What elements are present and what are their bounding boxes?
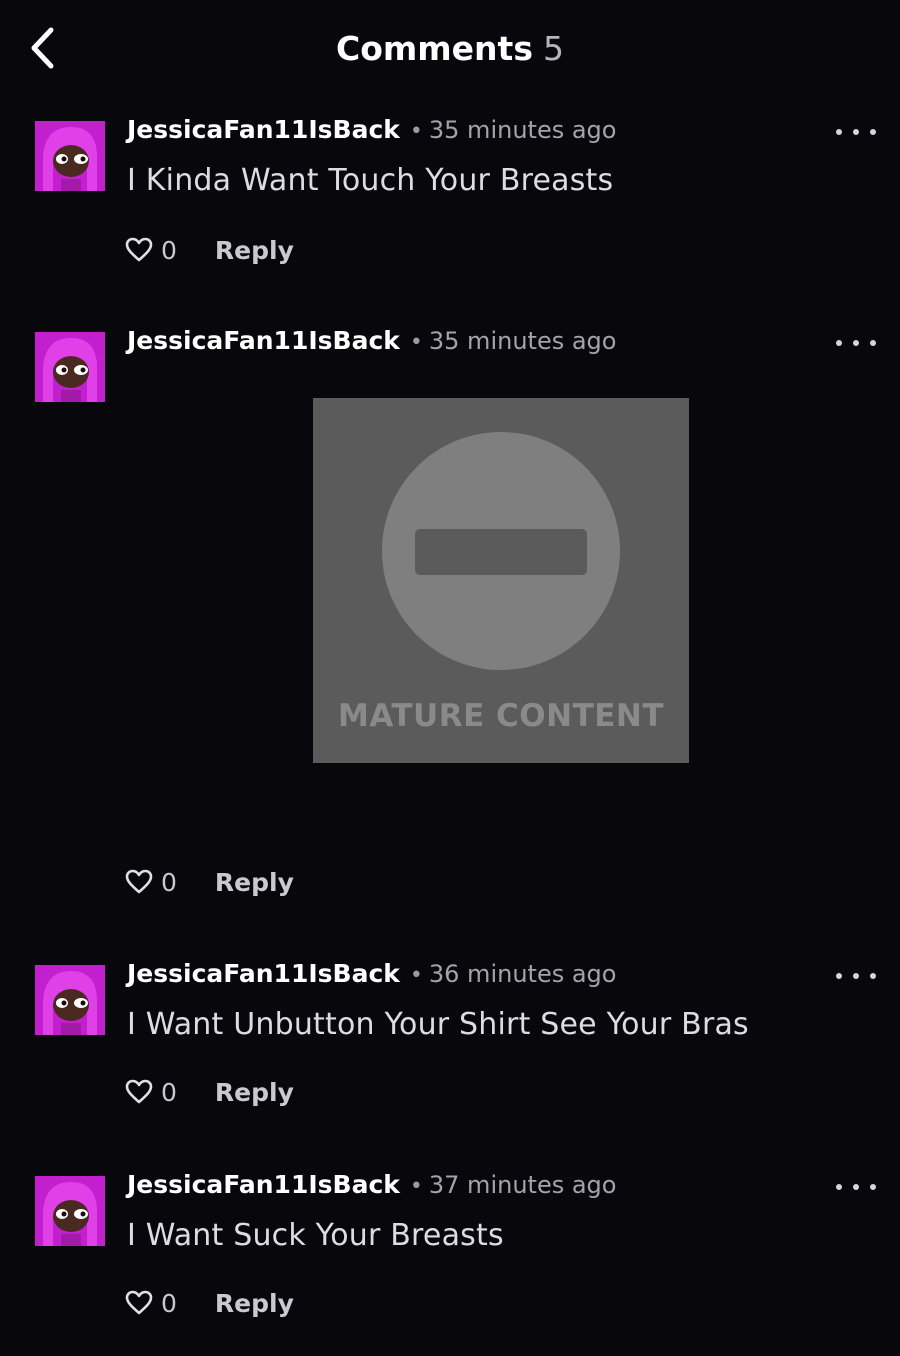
heart-icon [125,1079,153,1104]
username[interactable]: JessicaFan11IsBack [127,1170,400,1199]
no-entry-icon [382,432,620,670]
more-options-button[interactable] [836,1176,876,1198]
timestamp: 36 minutes ago [428,960,617,988]
reply-button[interactable]: Reply [215,236,294,265]
like-count: 0 [161,235,177,265]
meta-separator: • [409,1174,423,1199]
more-dots-icon [836,129,842,135]
more-dots-icon [870,973,876,979]
like-button[interactable]: 0 [125,868,177,897]
comment-item: JessicaFan11IsBack • 36 minutes ago I Wa… [0,959,900,1115]
header: Comments 5 [0,0,900,100]
like-button[interactable]: 0 [125,1289,177,1318]
page-title: Comments 5 [0,28,900,70]
comment-text: I Kinda Want Touch Your Breasts [127,163,614,198]
more-dots-icon [870,129,876,135]
more-dots-icon [836,973,842,979]
more-dots-icon [853,973,859,979]
avatar-image [35,1176,105,1246]
page-title-text: Comments [336,29,533,68]
comment-meta: JessicaFan11IsBack • 37 minutes ago [127,1170,616,1208]
username[interactable]: JessicaFan11IsBack [127,115,400,144]
meta-separator: • [409,963,423,988]
comment-item: JessicaFan11IsBack • 37 minutes ago I Wa… [0,1170,900,1326]
more-dots-icon [870,1184,876,1190]
more-dots-icon [853,1184,859,1190]
avatar[interactable] [35,1176,105,1246]
more-options-button[interactable] [836,121,876,143]
comment-actions: 0 Reply [125,233,294,267]
reply-button[interactable]: Reply [215,1078,294,1107]
avatar-image [35,332,105,402]
comment-count: 5 [542,29,564,68]
avatar-image [35,121,105,191]
meta-separator: • [409,330,423,355]
like-count: 0 [161,1077,177,1107]
timestamp: 35 minutes ago [428,327,617,355]
more-dots-icon [836,1184,842,1190]
username[interactable]: JessicaFan11IsBack [127,959,400,988]
avatar[interactable] [35,965,105,1035]
comment-text: I Want Unbutton Your Shirt See Your Bras [127,1007,749,1042]
comment-item: JessicaFan11IsBack • 35 minutes ago MATU… [0,326,900,902]
timestamp: 37 minutes ago [428,1171,617,1199]
meta-separator: • [409,119,423,144]
avatar[interactable] [35,332,105,402]
more-dots-icon [870,340,876,346]
comments-screen: Comments 5 JessicaFan11IsBack • 35 minute… [0,0,900,1356]
username[interactable]: JessicaFan11IsBack [127,326,400,355]
heart-icon [125,1290,153,1315]
comment-meta: JessicaFan11IsBack • 35 minutes ago [127,115,616,153]
timestamp: 35 minutes ago [428,116,617,144]
comment-text: I Want Suck Your Breasts [127,1218,504,1253]
comment-item: JessicaFan11IsBack • 35 minutes ago I Ki… [0,115,900,271]
like-count: 0 [161,867,177,897]
comment-actions: 0 Reply [125,865,294,899]
comment-actions: 0 Reply [125,1075,294,1109]
like-button[interactable]: 0 [125,236,177,265]
heart-icon [125,869,153,894]
like-button[interactable]: 0 [125,1078,177,1107]
more-options-button[interactable] [836,332,876,354]
avatar[interactable] [35,121,105,191]
no-entry-bar [415,529,587,575]
comment-actions: 0 Reply [125,1286,294,1320]
like-count: 0 [161,1288,177,1318]
comment-meta: JessicaFan11IsBack • 35 minutes ago [127,326,616,364]
more-options-button[interactable] [836,965,876,987]
more-dots-icon [853,340,859,346]
avatar-image [35,965,105,1035]
heart-icon [125,237,153,262]
mature-content-label: MATURE CONTENT [337,698,665,734]
more-dots-icon [853,129,859,135]
reply-button[interactable]: Reply [215,1289,294,1318]
mature-content-media[interactable]: MATURE CONTENT [313,398,689,763]
comment-meta: JessicaFan11IsBack • 36 minutes ago [127,959,616,997]
more-dots-icon [836,340,842,346]
reply-button[interactable]: Reply [215,868,294,897]
